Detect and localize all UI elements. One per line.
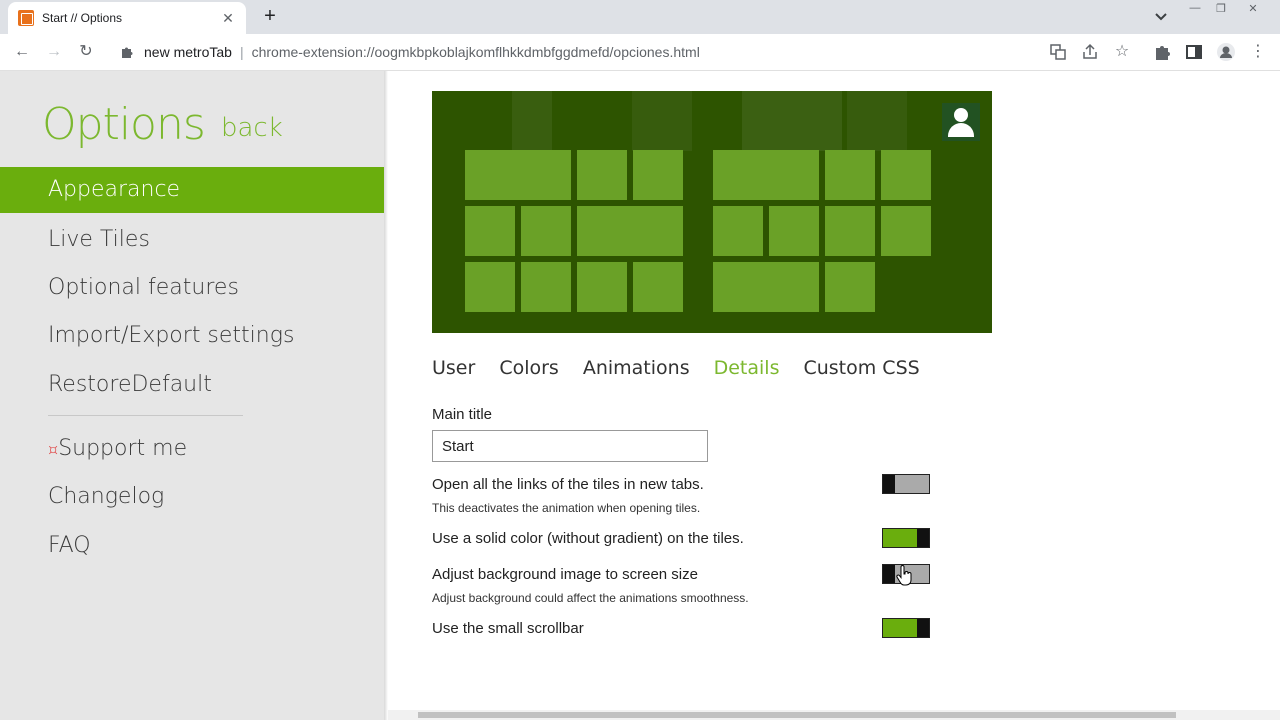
back-arrow-icon[interactable]: ← — [12, 42, 32, 62]
option-label-adjust-background: Adjust background image to screen size — [432, 566, 698, 583]
menu-item-changelog[interactable]: Changelog — [0, 474, 384, 520]
preview-tile — [465, 206, 515, 256]
preview-tile — [577, 206, 683, 256]
option-hint-adjust-background: Adjust background could affect the anima… — [432, 591, 749, 605]
tab-custom-css[interactable]: Custom CSS — [803, 357, 919, 379]
toggle-knob — [917, 529, 929, 547]
back-link[interactable]: back — [221, 113, 283, 143]
menu-item-import-export[interactable]: Import/Export settings — [0, 313, 384, 359]
tab-user[interactable]: User — [432, 357, 475, 379]
preview-tile — [577, 150, 627, 200]
menu-item-support-me[interactable]: ¤Support me — [0, 426, 384, 472]
tab-title: Start // Options — [42, 11, 123, 25]
extension-puzzle-icon — [122, 47, 133, 58]
option-hint-new-tabs: This deactivates the animation when open… — [432, 501, 701, 515]
preview-tile — [633, 262, 683, 312]
sidebar-shadow — [384, 71, 388, 720]
preview-tile — [465, 262, 515, 312]
browser-tab-strip: Start // Options ✕ + — ❐ ✕ — [0, 0, 1280, 34]
preview-tile — [633, 150, 683, 200]
kebab-menu-icon[interactable]: ⋮ — [1248, 42, 1268, 62]
main-title-label: Main title — [432, 406, 493, 423]
close-window-icon[interactable]: ✕ — [1242, 2, 1264, 18]
puzzle-icon[interactable] — [1152, 42, 1172, 62]
preview-tile — [521, 206, 571, 256]
url-text: chrome-extension://oogmkbpkoblajkomflhkk… — [251, 44, 700, 60]
preview-tile — [521, 262, 571, 312]
reload-icon[interactable]: ↻ — [76, 42, 96, 62]
preview-tile — [577, 262, 627, 312]
preview-tile — [713, 206, 763, 256]
toggle-solid-color[interactable] — [882, 528, 930, 548]
option-label-small-scrollbar: Use the small scrollbar — [432, 620, 584, 637]
toggle-knob — [917, 619, 929, 637]
option-label-solid-color: Use a solid color (without gradient) on … — [432, 530, 744, 547]
translate-icon[interactable] — [1048, 42, 1068, 62]
metrotab-favicon-icon — [18, 10, 34, 26]
browser-tab[interactable]: Start // Options ✕ — [8, 2, 246, 34]
scrollbar-thumb[interactable] — [418, 712, 1176, 718]
toggle-knob — [883, 475, 895, 493]
hand-cursor-icon — [896, 565, 912, 586]
preview-tile — [881, 206, 931, 256]
share-icon[interactable] — [1080, 42, 1100, 62]
browser-toolbar: ← → ↻ new metroTab | chrome-extension://… — [0, 34, 1280, 71]
options-sidebar: Options back Appearance Live Tiles Optio… — [0, 71, 384, 720]
preview-light-streak — [847, 91, 907, 151]
close-tab-icon[interactable]: ✕ — [220, 10, 236, 26]
preview-tile — [825, 262, 875, 312]
tab-animations[interactable]: Animations — [583, 357, 690, 379]
forward-arrow-icon[interactable]: → — [44, 42, 64, 62]
preview-light-streak — [742, 91, 842, 151]
preview-tile — [465, 150, 571, 200]
menu-item-restore-default[interactable]: RestoreDefault — [0, 362, 384, 408]
main-title-input[interactable] — [432, 430, 708, 462]
start-page-preview — [432, 91, 992, 333]
horizontal-scrollbar[interactable] — [388, 710, 1280, 720]
profile-icon[interactable] — [1216, 42, 1236, 62]
preview-tile — [713, 262, 819, 312]
omnibox-separator: | — [239, 44, 244, 60]
preview-tile — [881, 150, 931, 200]
option-label-new-tabs: Open all the links of the tiles in new t… — [432, 476, 704, 493]
user-avatar-icon — [942, 103, 980, 141]
toggle-new-tabs[interactable] — [882, 474, 930, 494]
preview-light-streak — [632, 91, 692, 151]
minimize-icon[interactable]: — — [1184, 2, 1206, 18]
appearance-subtabs: User Colors Animations Details Custom CS… — [432, 357, 920, 379]
side-panel-icon[interactable] — [1184, 42, 1204, 62]
preview-light-streak — [512, 91, 552, 151]
address-bar[interactable]: new metroTab | chrome-extension://oogmkb… — [112, 38, 1142, 66]
tab-search-chevron-icon[interactable] — [1152, 8, 1170, 26]
support-mark: ¤ — [48, 440, 59, 459]
preview-tile — [825, 206, 875, 256]
menu-item-appearance[interactable]: Appearance — [0, 167, 384, 213]
page-title: Options — [42, 99, 206, 150]
bookmark-star-icon[interactable]: ☆ — [1112, 42, 1132, 62]
menu-item-live-tiles[interactable]: Live Tiles — [0, 217, 384, 263]
toggle-knob — [883, 565, 895, 583]
restore-icon[interactable]: ❐ — [1210, 2, 1232, 18]
new-tab-button[interactable]: + — [260, 6, 280, 27]
menu-divider — [48, 415, 243, 416]
tab-details[interactable]: Details — [714, 357, 780, 379]
tab-colors[interactable]: Colors — [499, 357, 559, 379]
menu-item-optional-features[interactable]: Optional features — [0, 265, 384, 311]
preview-tile — [825, 150, 875, 200]
menu-item-faq[interactable]: FAQ — [0, 523, 384, 569]
support-label: Support me — [58, 436, 188, 461]
toggle-small-scrollbar[interactable] — [882, 618, 930, 638]
preview-tile — [769, 206, 819, 256]
extension-name: new metroTab — [144, 44, 232, 60]
preview-tile — [713, 150, 819, 200]
